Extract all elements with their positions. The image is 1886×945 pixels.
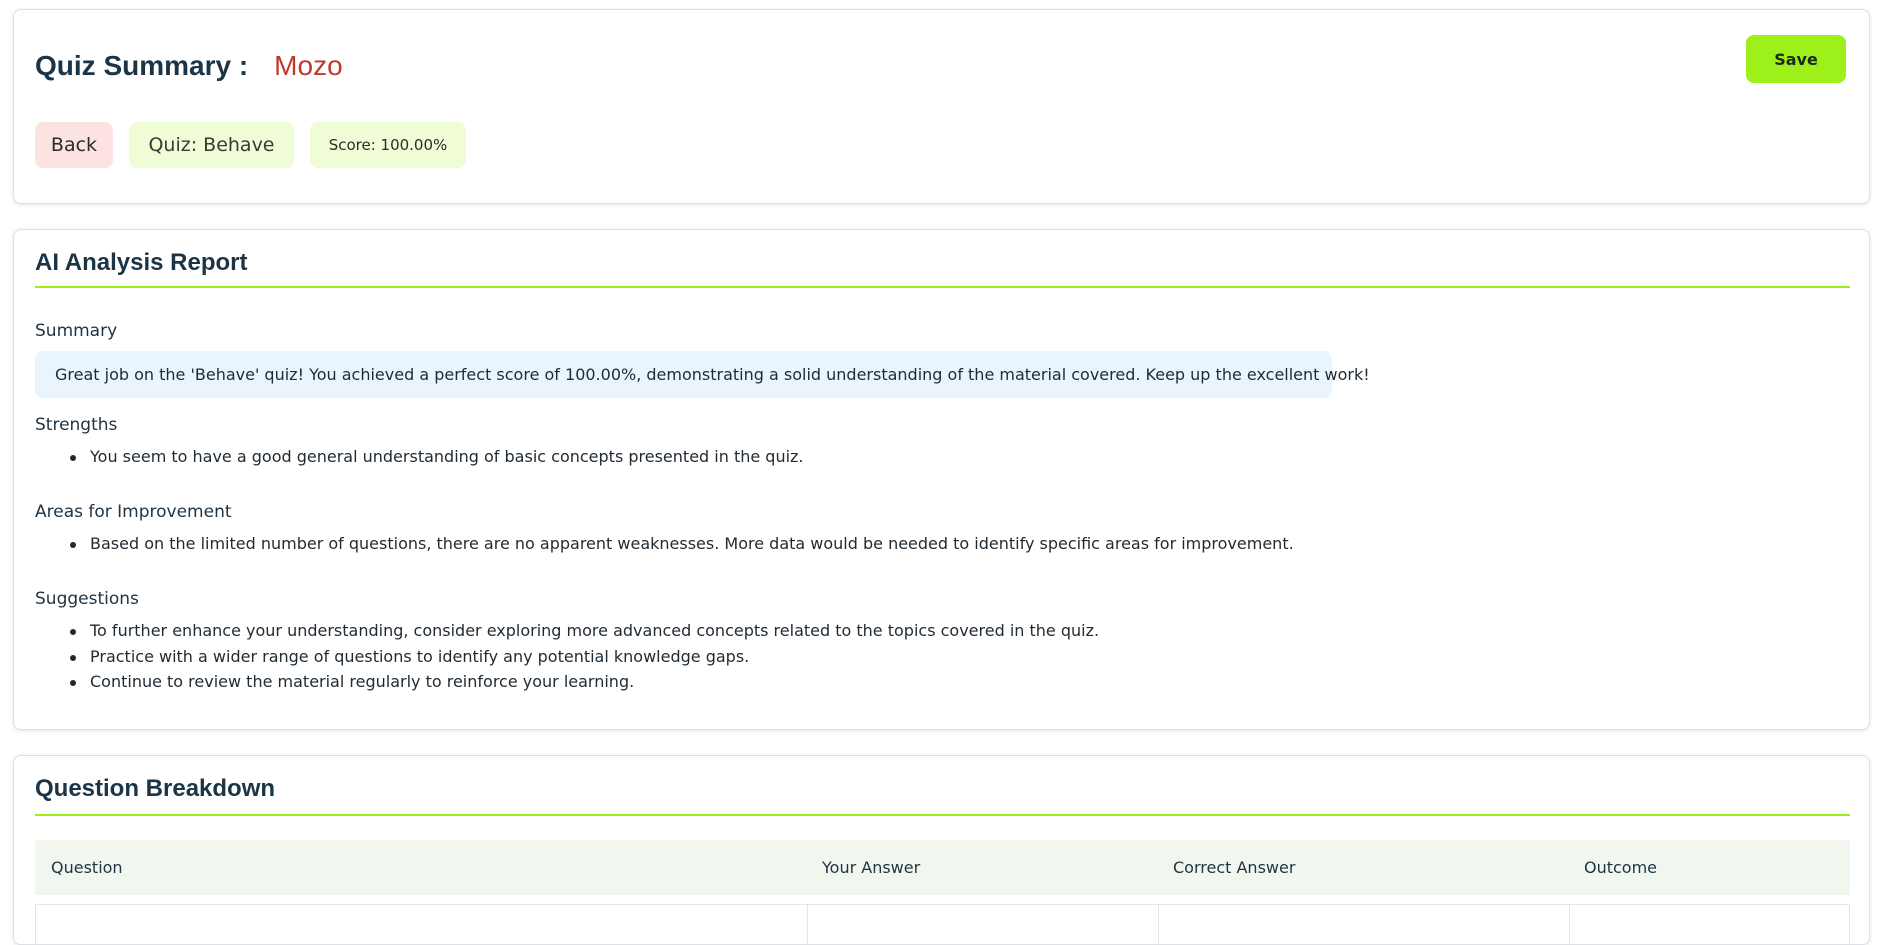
user-name: Mozo (274, 50, 343, 81)
improvement-heading: Areas for Improvement (35, 502, 232, 522)
header-chips: Back Quiz: Behave Score: 100.00% (35, 122, 466, 168)
list-item: To further enhance your understanding, c… (70, 618, 1099, 644)
back-button[interactable]: Back (35, 122, 113, 168)
table-header: Question Your Answer Correct Answer Outc… (35, 840, 1850, 895)
suggestions-heading: Suggestions (35, 589, 139, 609)
save-button[interactable]: Save (1746, 35, 1846, 83)
analysis-title: AI Analysis Report (35, 249, 248, 276)
quiz-summary-header: Quiz Summary : Mozo Save Back Quiz: Beha… (13, 9, 1870, 204)
breakdown-divider (35, 814, 1850, 816)
summary-text: Great job on the 'Behave' quiz! You achi… (55, 365, 1370, 384)
summary-heading: Summary (35, 321, 118, 341)
list-item: You seem to have a good general understa… (70, 444, 804, 470)
ai-analysis-report: AI Analysis Report Summary Great job on … (13, 229, 1870, 730)
improvement-list: Based on the limited number of questions… (70, 531, 1294, 557)
column-header-outcome[interactable]: Outcome (1584, 840, 1657, 895)
score-badge: Score: 100.00% (310, 122, 466, 168)
column-header-correct-answer[interactable]: Correct Answer (1173, 840, 1295, 895)
title-row: Quiz Summary : Mozo (35, 50, 343, 82)
column-header-your-answer[interactable]: Your Answer (822, 840, 920, 895)
question-breakdown: Question Breakdown Question Your Answer … (13, 755, 1870, 945)
analysis-divider (35, 286, 1850, 288)
list-item: Based on the limited number of questions… (70, 531, 1294, 557)
list-item: Continue to review the material regularl… (70, 669, 1099, 695)
suggestions-list: To further enhance your understanding, c… (70, 618, 1099, 695)
strengths-list: You seem to have a good general understa… (70, 444, 804, 470)
table-row (35, 904, 1850, 944)
page-title: Quiz Summary : (35, 50, 249, 81)
quiz-name-badge: Quiz: Behave (129, 122, 294, 168)
breakdown-title: Question Breakdown (35, 775, 276, 802)
column-header-question[interactable]: Question (51, 840, 123, 895)
list-item: Practice with a wider range of questions… (70, 644, 1099, 670)
summary-box: Great job on the 'Behave' quiz! You achi… (35, 351, 1370, 398)
strengths-heading: Strengths (35, 415, 118, 435)
